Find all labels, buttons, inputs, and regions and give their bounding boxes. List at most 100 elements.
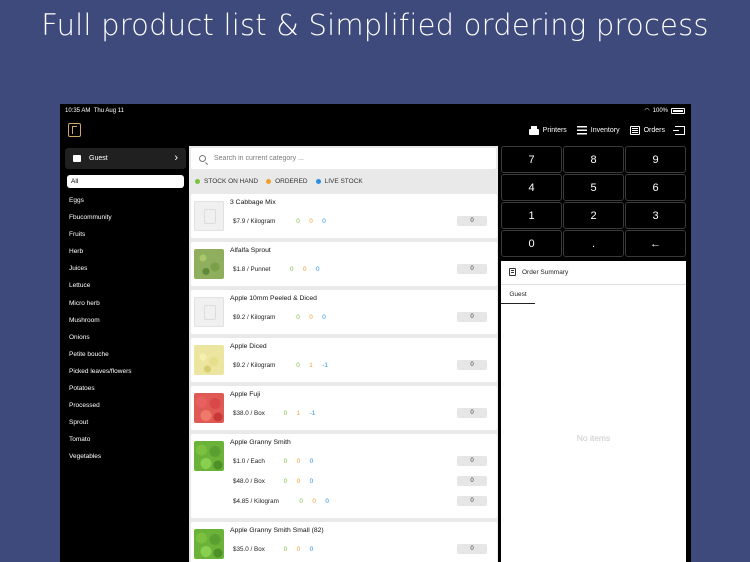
legend-ordered: ORDERED — [266, 178, 308, 185]
category-item[interactable]: Tomato — [65, 431, 186, 448]
product-card[interactable]: Apple Granny Smith Small (82) $35.0 / Box… — [191, 522, 497, 562]
status-right: ◠ 100% — [644, 107, 685, 114]
quantity-input[interactable]: 0 — [457, 264, 487, 274]
category-item[interactable]: Juices — [65, 260, 186, 277]
product-card[interactable]: Apple Granny Smith $1.0 / Each 0 0 0 0 $48.0 /… — [191, 434, 497, 518]
category-item[interactable]: Picked leaves/flowers — [65, 363, 186, 380]
variant-price: $1.8 / Punnet — [233, 266, 271, 273]
product-card[interactable]: Alfalfa Sprout $1.8 / Punnet 0 0 0 0 — [191, 242, 497, 286]
order-summary-header: Order Summary — [509, 268, 568, 276]
empty-state-text: No items — [576, 433, 611, 443]
quantity-input[interactable]: 0 — [457, 476, 487, 486]
category-item[interactable]: Micro herb — [65, 295, 186, 312]
status-time: 10:35 AM Thu Aug 11 — [65, 108, 124, 114]
category-item[interactable]: Onions — [65, 329, 186, 346]
stock-live: 0 — [315, 266, 320, 273]
product-image — [194, 393, 224, 423]
blue-dot-icon — [315, 179, 321, 184]
orders-icon — [629, 126, 640, 135]
product-card[interactable]: Apple 10mm Peeled & Diced $9.2 / Kilogram… — [191, 290, 497, 334]
category-item[interactable]: Lettuce — [65, 277, 186, 294]
product-name: Alfalfa Sprout — [230, 247, 271, 254]
variant-price: $48.0 / Box — [233, 478, 265, 485]
guest-selector[interactable]: Guest › — [65, 148, 186, 169]
variant-price: $35.0 / Box — [233, 546, 265, 553]
product-variant-row: $35.0 / Box 0 0 0 0 — [233, 544, 493, 556]
product-name: Apple Fuji — [230, 391, 261, 398]
category-item[interactable]: Fruits — [65, 226, 186, 243]
keypad-key[interactable]: 0 — [501, 230, 562, 257]
product-name: Apple Granny Smith Small (82) — [230, 527, 324, 534]
keypad-key[interactable]: 5 — [563, 174, 624, 201]
printers-button[interactable]: Printers — [528, 125, 567, 135]
variant-price: $1.0 / Each — [233, 458, 265, 465]
product-image — [194, 529, 224, 559]
category-item[interactable]: Mushroom — [65, 312, 186, 329]
product-variant-row: $1.8 / Punnet 0 0 0 0 — [233, 264, 493, 276]
wifi-icon: ◠ — [644, 108, 650, 114]
inventory-label: Inventory — [590, 127, 620, 134]
stock-ordered: 1 — [296, 410, 301, 417]
keypad-key[interactable]: 2 — [563, 202, 624, 229]
search-icon — [199, 155, 206, 162]
product-panel: STOCK ON HAND ORDERED LIVE STOCK 3 Cabba… — [189, 146, 498, 562]
category-item[interactable]: Herb — [65, 243, 186, 260]
keypad-key[interactable]: 3 — [625, 202, 686, 229]
order-summary-title: Order Summary — [522, 268, 569, 276]
search-input[interactable] — [214, 155, 474, 162]
stock-live: 0 — [309, 458, 314, 465]
quantity-input[interactable]: 0 — [457, 456, 487, 466]
orders-label: Orders — [643, 127, 665, 134]
inventory-button[interactable]: Inventory — [576, 126, 620, 135]
numeric-keypad: 7 8 9 4 5 6 1 2 3 0. ← — [501, 146, 686, 257]
product-card[interactable]: Apple Diced $9.2 / Kilogram 0 1 -1 0 — [191, 338, 497, 382]
category-item[interactable]: Vegetables — [65, 448, 186, 465]
category-item[interactable]: Sprout — [65, 414, 186, 431]
product-variant-row: $4.85 / Kilogram 0 0 0 0 — [233, 496, 493, 508]
quantity-input[interactable]: 0 — [457, 312, 487, 322]
product-variant-row: $1.0 / Each 0 0 0 0 — [233, 456, 493, 468]
divider — [501, 284, 686, 285]
keypad-key[interactable]: 9 — [625, 146, 686, 173]
store-icon — [73, 155, 81, 162]
category-item[interactable]: Eggs — [65, 192, 186, 209]
category-item[interactable]: Processed — [65, 397, 186, 414]
search-bar — [191, 148, 496, 169]
legend-stock-on-hand: STOCK ON HAND — [195, 178, 258, 185]
product-image — [194, 297, 224, 327]
category-item[interactable]: Fbucommunity — [65, 209, 186, 226]
product-image — [194, 249, 224, 279]
stock-ordered: 0 — [312, 498, 316, 505]
product-card[interactable]: 3 Cabbage Mix $7.9 / Kilogram 0 0 0 0 — [191, 194, 497, 238]
category-item[interactable]: Potatoes — [65, 380, 186, 397]
product-card[interactable]: Apple Fuji $38.0 / Box 0 1 -1 0 — [191, 386, 497, 430]
stock-ordered: 0 — [309, 218, 313, 225]
stock-on-hand: 0 — [289, 266, 294, 273]
product-variant-row: $9.2 / Kilogram 0 0 0 0 — [233, 312, 493, 324]
quantity-input[interactable]: 0 — [457, 408, 487, 418]
quantity-input[interactable]: 0 — [457, 216, 487, 226]
printers-label: Printers — [542, 127, 567, 134]
category-item[interactable]: Petite bouche — [65, 346, 186, 363]
stock-on-hand: 0 — [283, 410, 288, 417]
orders-button[interactable]: Orders — [629, 126, 665, 135]
product-name: 3 Cabbage Mix — [230, 199, 276, 206]
battery-icon — [671, 107, 685, 114]
tab-guest[interactable]: Guest — [501, 286, 535, 304]
keypad-key[interactable]: 4 — [501, 174, 562, 201]
category-sidebar: Guest › All Eggs Fbucommunity Fruits Herb Jui… — [65, 146, 186, 562]
keypad-key[interactable]: 7 — [501, 146, 562, 173]
quantity-input[interactable]: 0 — [457, 360, 487, 370]
quantity-input[interactable]: 0 — [457, 544, 487, 554]
quantity-input[interactable]: 0 — [457, 496, 487, 506]
keypad-key[interactable]: 6 — [625, 174, 686, 201]
keypad-key[interactable]: . — [563, 230, 624, 257]
product-variant-row: $38.0 / Box 0 1 -1 0 — [233, 408, 493, 420]
backspace-key[interactable]: ← — [625, 230, 686, 257]
keypad-key[interactable]: 1 — [501, 202, 562, 229]
keypad-key[interactable]: 8 — [563, 146, 624, 173]
product-name: Apple Granny Smith — [230, 439, 291, 446]
orange-dot-icon — [266, 179, 272, 184]
category-item[interactable]: All — [67, 175, 184, 188]
logout-button[interactable] — [673, 126, 685, 135]
